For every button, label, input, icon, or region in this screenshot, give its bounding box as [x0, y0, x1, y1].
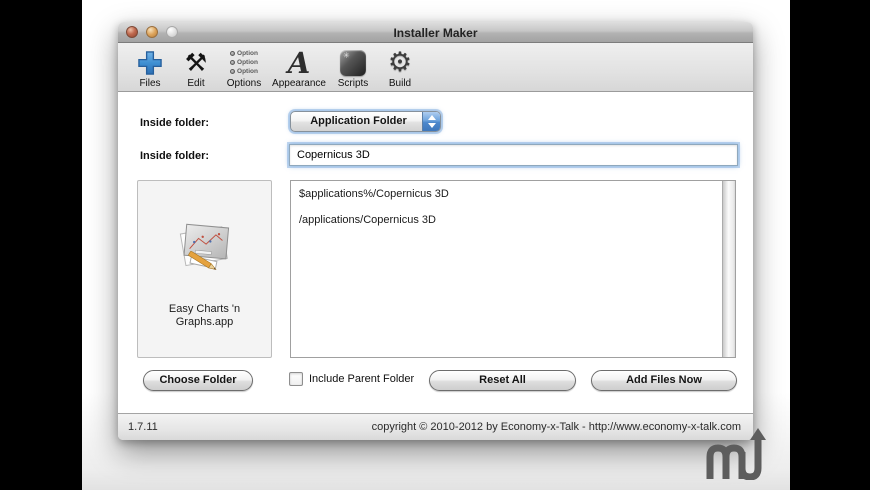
tools-icon: ⚒: [184, 47, 208, 77]
toolbar-label: Edit: [187, 78, 205, 89]
options-list-icon: Option Option Option: [230, 47, 258, 78]
title-bar: Installer Maker: [118, 22, 753, 43]
popup-selected-value: Application Folder: [310, 115, 407, 127]
application-folder-popup[interactable]: Application Folder: [290, 111, 441, 132]
toolbar-item-edit[interactable]: ⚒ Edit: [174, 45, 218, 90]
toolbar: Files ⚒ Edit Option Option Option Option…: [118, 43, 753, 92]
toolbar-label: Build: [388, 78, 412, 89]
version-label: 1.7.11: [128, 421, 158, 433]
path-line: /applications/Copernicus 3D: [299, 214, 436, 226]
toolbar-label: Options: [226, 78, 262, 89]
reset-all-button[interactable]: Reset All: [429, 370, 576, 391]
content-area: Inside folder: Application Folder Inside…: [118, 92, 753, 413]
scrollbar-track[interactable]: [722, 181, 735, 357]
toolbar-item-files[interactable]: Files: [128, 45, 172, 90]
folder-name-input[interactable]: Copernicus 3D: [289, 144, 738, 166]
macupdate-logo: [702, 426, 768, 481]
file-name-label: Easy Charts 'n Graphs.app: [168, 303, 241, 328]
toolbar-label: Appearance: [272, 78, 326, 89]
installer-maker-window: Installer Maker Files ⚒ Edit Option Opti…: [118, 22, 753, 440]
letter-a-icon: A: [287, 45, 311, 80]
toolbar-item-options[interactable]: Option Option Option Options: [218, 45, 270, 90]
inside-folder-popup-label: Inside folder:: [140, 117, 210, 129]
toolbar-item-scripts[interactable]: ✳ Scripts: [330, 45, 376, 90]
status-bar: 1.7.11 copyright © 2010-2012 by Economy-…: [118, 413, 753, 440]
include-parent-label: Include Parent Folder: [309, 373, 415, 385]
install-paths-list[interactable]: $applications%/Copernicus 3D /applicatio…: [290, 180, 736, 358]
toolbar-item-build[interactable]: ⚙ Build: [376, 45, 424, 90]
add-files-now-button[interactable]: Add Files Now: [591, 370, 737, 391]
popup-stepper-icon: [422, 112, 440, 131]
plus-icon: [137, 47, 163, 78]
toolbar-item-appearance[interactable]: A Appearance: [268, 45, 330, 90]
choose-folder-button[interactable]: Choose Folder: [143, 370, 253, 391]
selected-file-box[interactable]: Easy Charts 'n Graphs.app: [137, 180, 272, 358]
copyright-label: copyright © 2010-2012 by Economy-x-Talk …: [371, 421, 741, 433]
toolbar-label: Files: [139, 78, 161, 89]
charts-app-icon: [170, 215, 240, 284]
scripts-icon: ✳: [340, 47, 366, 78]
include-parent-checkbox[interactable]: [289, 372, 303, 386]
toolbar-label: Scripts: [337, 78, 369, 89]
path-line: $applications%/Copernicus 3D: [299, 188, 449, 200]
window-title: Installer Maker: [393, 26, 478, 40]
gear-icon: ⚙: [387, 47, 413, 78]
inside-folder-field-label: Inside folder:: [140, 150, 210, 162]
